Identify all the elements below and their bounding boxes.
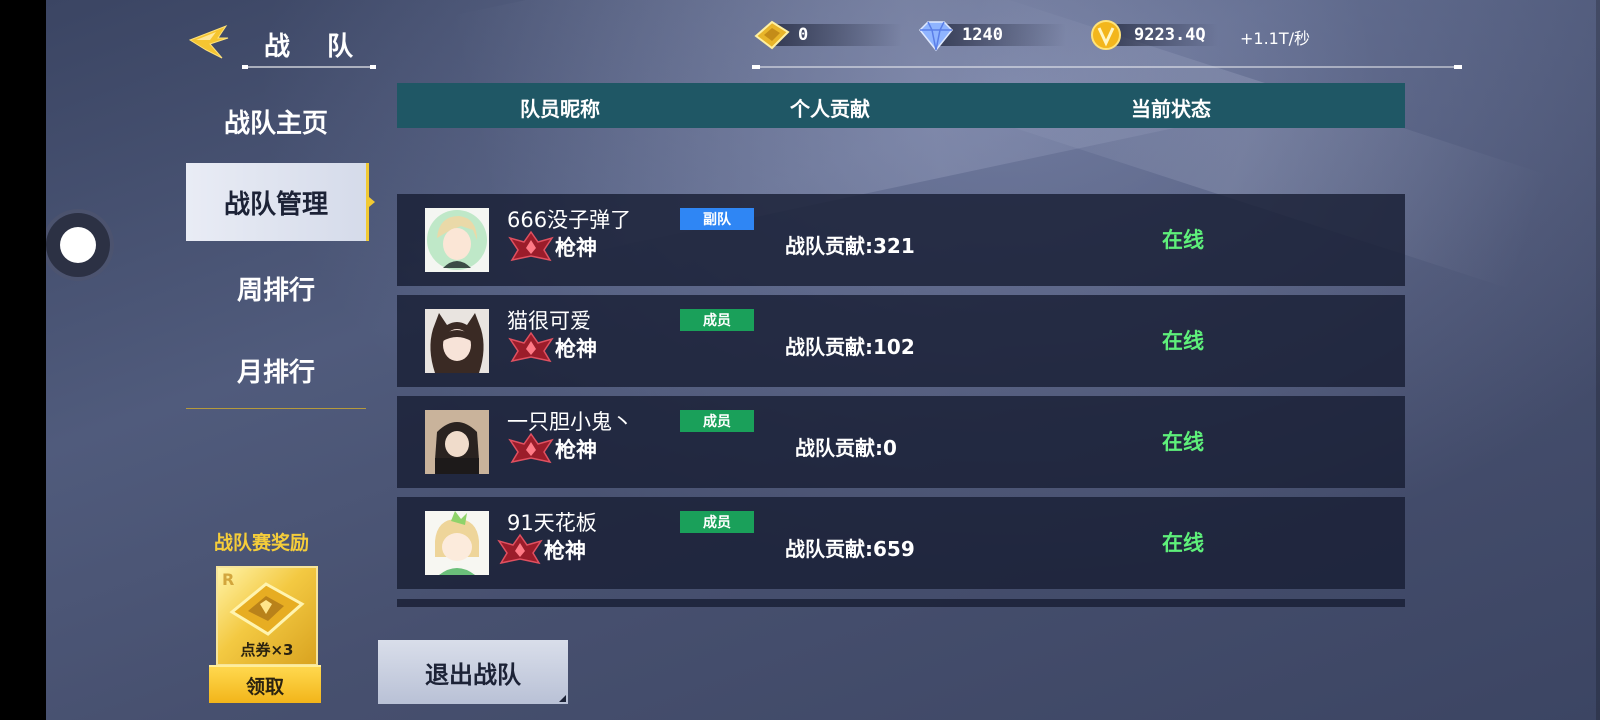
member-contribution: 战队贡献:102 xyxy=(785,335,915,359)
back-arrow-icon[interactable] xyxy=(188,22,230,62)
coupon-value: 0 xyxy=(798,25,809,45)
role-badge: 成员 xyxy=(680,511,754,533)
coupon-icon xyxy=(754,20,790,50)
member-row[interactable]: 666没子弹了 枪神 副队 战队贡献:321 在线 xyxy=(397,194,1405,286)
role-badge: 副队 xyxy=(680,208,754,230)
claim-reward-button[interactable]: 领取 xyxy=(209,665,321,703)
member-status: 在线 xyxy=(1162,531,1204,555)
member-rank: 枪神 xyxy=(555,438,597,462)
rank-emblem-icon xyxy=(497,533,543,565)
floating-assist-button[interactable] xyxy=(46,213,110,277)
member-status: 在线 xyxy=(1162,430,1204,454)
role-badge: 成员 xyxy=(680,309,754,331)
sidebar-item-monthly-ranking[interactable]: 月排行 xyxy=(186,331,366,409)
coin-counter: 9223.4Q xyxy=(1088,18,1218,52)
game-screen: 战 队 0 1240 9223.4Q +1.1T/秒 战队主页 战队管理 周排行… xyxy=(46,0,1600,720)
member-contribution: 战队贡献:0 xyxy=(795,436,897,460)
coin-value: 9223.4Q xyxy=(1134,25,1206,45)
member-status: 在线 xyxy=(1162,329,1204,353)
diamond-value: 1240 xyxy=(962,25,1003,45)
member-row[interactable]: 91天花板 枪神 成员 战队贡献:659 在线 xyxy=(397,497,1405,589)
reward-item-label: 点券×3 xyxy=(240,641,294,659)
sidebar-item-team-management[interactable]: 战队管理 xyxy=(186,163,375,241)
member-avatar[interactable] xyxy=(425,410,489,474)
member-avatar[interactable] xyxy=(425,208,489,272)
role-badge: 成员 xyxy=(680,410,754,432)
title-underline xyxy=(242,65,376,69)
diamond-icon xyxy=(918,21,954,52)
diamond-counter: 1240 xyxy=(916,18,1066,52)
member-contribution: 战队贡献:321 xyxy=(785,234,915,258)
member-contribution: 战队贡献:659 xyxy=(785,537,915,561)
member-avatar[interactable] xyxy=(425,309,489,373)
coin-icon xyxy=(1091,20,1121,50)
rank-emblem-icon xyxy=(508,432,554,464)
member-rank: 枪神 xyxy=(555,337,597,361)
column-header-nickname: 队员昵称 xyxy=(520,97,600,121)
member-rank: 枪神 xyxy=(555,236,597,260)
member-row[interactable]: 一只胆小鬼丶 枪神 成员 战队贡献:0 在线 xyxy=(397,396,1405,488)
page-title: 战 队 xyxy=(264,32,368,62)
sidebar-item-label: 月排行 xyxy=(236,357,315,388)
sidebar-item-weekly-ranking[interactable]: 周排行 xyxy=(186,249,366,327)
reward-item-card[interactable]: R 点券×3 xyxy=(216,566,318,666)
coupon-counter: 0 xyxy=(752,18,902,52)
member-status: 在线 xyxy=(1162,228,1204,252)
rank-emblem-icon xyxy=(508,331,554,363)
member-rank: 枪神 xyxy=(544,539,586,563)
member-row-partial xyxy=(397,599,1405,607)
column-header-status: 当前状态 xyxy=(1131,97,1211,121)
screen-edge xyxy=(1596,0,1600,720)
exit-team-button[interactable]: 退出战队 xyxy=(378,640,568,704)
sidebar-item-label: 战队主页 xyxy=(223,108,328,139)
sidebar-item-label: 战队管理 xyxy=(223,189,328,220)
reward-title: 战队赛奖励 xyxy=(214,532,310,554)
sidebar-item-team-home[interactable]: 战队主页 xyxy=(186,82,366,160)
sidebar-divider xyxy=(186,408,366,409)
rank-emblem-icon xyxy=(508,230,554,262)
income-rate: +1.1T/秒 xyxy=(1240,29,1311,48)
sidebar-item-label: 周排行 xyxy=(236,275,315,306)
coupon-icon xyxy=(229,582,305,636)
resource-underline xyxy=(752,65,1462,69)
member-avatar[interactable] xyxy=(425,511,489,575)
member-table-header: 队员昵称 个人贡献 当前状态 xyxy=(397,83,1405,128)
column-header-contribution: 个人贡献 xyxy=(790,97,870,121)
member-row[interactable]: 猫很可爱 枪神 成员 战队贡献:102 在线 xyxy=(397,295,1405,387)
